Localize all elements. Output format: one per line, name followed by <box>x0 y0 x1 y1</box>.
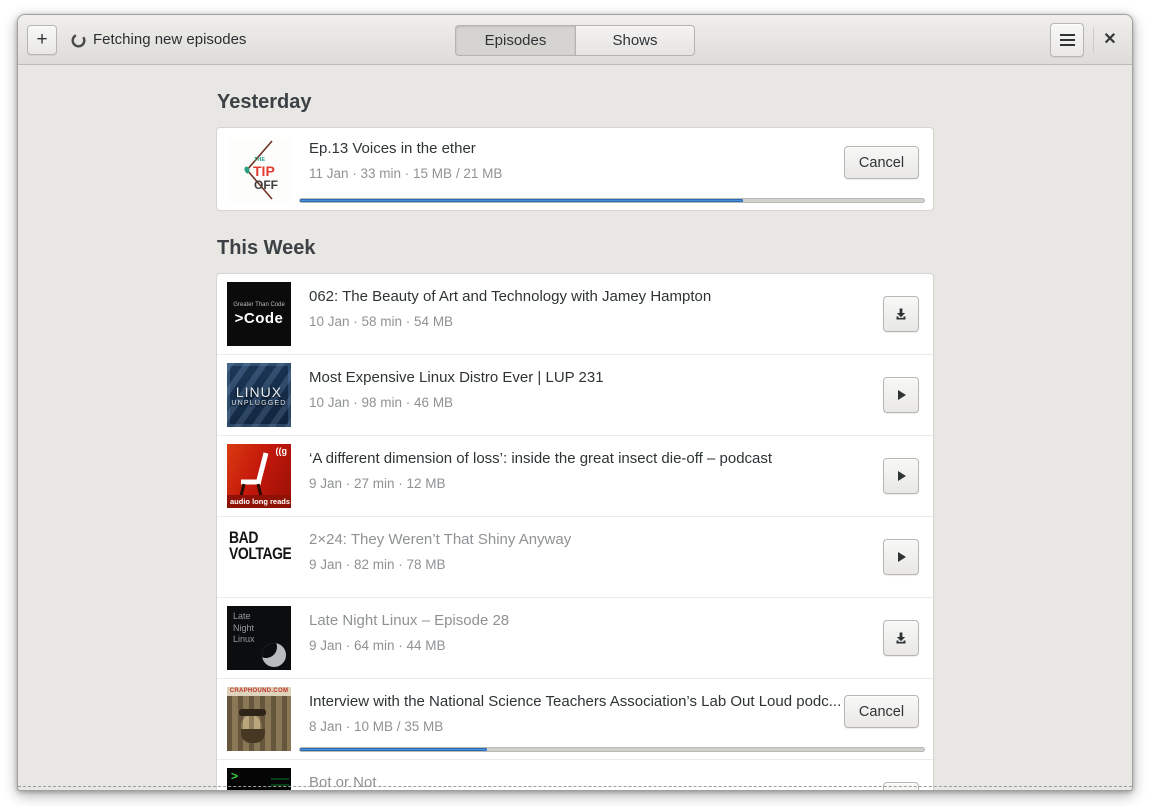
episode-row[interactable]: ((g audio long reads ‘A different dimens… <box>217 436 933 517</box>
episode-meta: 9 Jan · 27 min · 12 MB <box>309 476 446 491</box>
podcast-cover-linux-unplugged: LINUX UNPLUGGED <box>227 363 291 427</box>
cancel-button[interactable]: Cancel <box>844 695 919 728</box>
glasses-shape <box>239 709 266 716</box>
episode-card[interactable]: THE TIP OFF Ep.13 Voices in the ether 11… <box>216 127 934 211</box>
add-podcast-button[interactable]: + <box>27 25 57 55</box>
window-edge-dash <box>18 786 1132 787</box>
play-button[interactable] <box>883 458 919 494</box>
download-progressbar <box>299 747 925 752</box>
hamburger-icon <box>1059 34 1075 36</box>
play-icon <box>898 552 906 562</box>
episode-meta: 9 Jan · 64 min · 44 MB <box>309 638 446 653</box>
play-icon <box>898 471 906 481</box>
menu-button[interactable] <box>1050 23 1084 57</box>
episode-title: Ep.13 Voices in the ether <box>309 140 476 157</box>
podcast-cover-audio-long-reads: ((g audio long reads <box>227 444 291 508</box>
cancel-button[interactable]: Cancel <box>844 146 919 179</box>
podcast-cover-bad-voltage: BAD VOLTAGE <box>227 525 291 589</box>
app-window: + Fetching new episodes Episodes Shows ✕… <box>17 14 1133 791</box>
episode-meta: 9 Jan · 82 min · 78 MB <box>309 557 446 572</box>
play-icon <box>898 390 906 400</box>
episode-row[interactable]: Late Night Linux Late Night Linux – Epis… <box>217 598 933 679</box>
episode-title: Late Night Linux – Episode 28 <box>309 612 510 629</box>
tab-episodes[interactable]: Episodes <box>455 25 575 56</box>
section-title-yesterday: Yesterday <box>217 91 312 113</box>
podcast-cover-greater-than-code: Greater Than Code >Code <box>227 282 291 346</box>
play-button[interactable] <box>883 539 919 575</box>
spinner-icon <box>71 33 86 48</box>
headerbar: + Fetching new episodes Episodes Shows ✕ <box>18 15 1132 65</box>
episode-meta: 10 Jan · 98 min · 46 MB <box>309 395 454 410</box>
podcast-cover-the-tip-off: THE TIP OFF <box>227 138 291 202</box>
episode-title: Bot or Not <box>309 774 377 790</box>
episodes-view: Yesterday THE TIP OFF Ep.13 Voices in th… <box>18 65 1132 790</box>
episode-row[interactable]: BAD VOLTAGE 2×24: They Weren’t That Shin… <box>217 517 933 598</box>
episodes-list: Greater Than Code >Code 062: The Beauty … <box>216 273 934 790</box>
download-button[interactable] <box>883 620 919 656</box>
view-switcher: Episodes Shows <box>455 25 695 56</box>
episode-meta: 11 Jan · 33 min · 15 MB / 21 MB <box>309 166 503 181</box>
header-separator <box>1093 27 1094 53</box>
episode-row[interactable]: CRAPHOUND.COM Interview with the Nationa… <box>217 679 933 760</box>
section-title-this-week: This Week <box>217 237 316 259</box>
episode-row[interactable]: Greater Than Code >Code 062: The Beauty … <box>217 274 933 355</box>
podcast-cover-late-night-linux: Late Night Linux <box>227 606 291 670</box>
episode-title: Interview with the National Science Teac… <box>309 693 842 710</box>
podcast-cover-craphound: CRAPHOUND.COM <box>227 687 291 751</box>
svg-text:OFF: OFF <box>254 178 278 192</box>
episode-title: 2×24: They Weren’t That Shiny Anyway <box>309 531 572 548</box>
episode-meta: 8 Jan · 10 MB / 35 MB <box>309 719 444 734</box>
beard-shape <box>241 729 265 743</box>
download-icon <box>896 308 906 320</box>
download-button[interactable] <box>883 296 919 332</box>
download-progressbar <box>299 198 925 203</box>
status-text: Fetching new episodes <box>93 31 247 48</box>
episode-meta: 10 Jan · 58 min · 54 MB <box>309 314 454 329</box>
episode-title: ‘A different dimension of loss’: inside … <box>309 450 773 467</box>
moon-icon <box>262 643 286 667</box>
episode-title: Most Expensive Linux Distro Ever | LUP 2… <box>309 369 604 386</box>
download-icon <box>896 632 906 644</box>
episode-row[interactable]: LINUX UNPLUGGED Most Expensive Linux Dis… <box>217 355 933 436</box>
svg-text:TIP: TIP <box>253 163 275 179</box>
close-window-button[interactable]: ✕ <box>1096 24 1124 54</box>
tab-shows[interactable]: Shows <box>575 25 695 56</box>
play-button[interactable] <box>883 377 919 413</box>
episode-title: 062: The Beauty of Art and Technology wi… <box>309 288 712 305</box>
